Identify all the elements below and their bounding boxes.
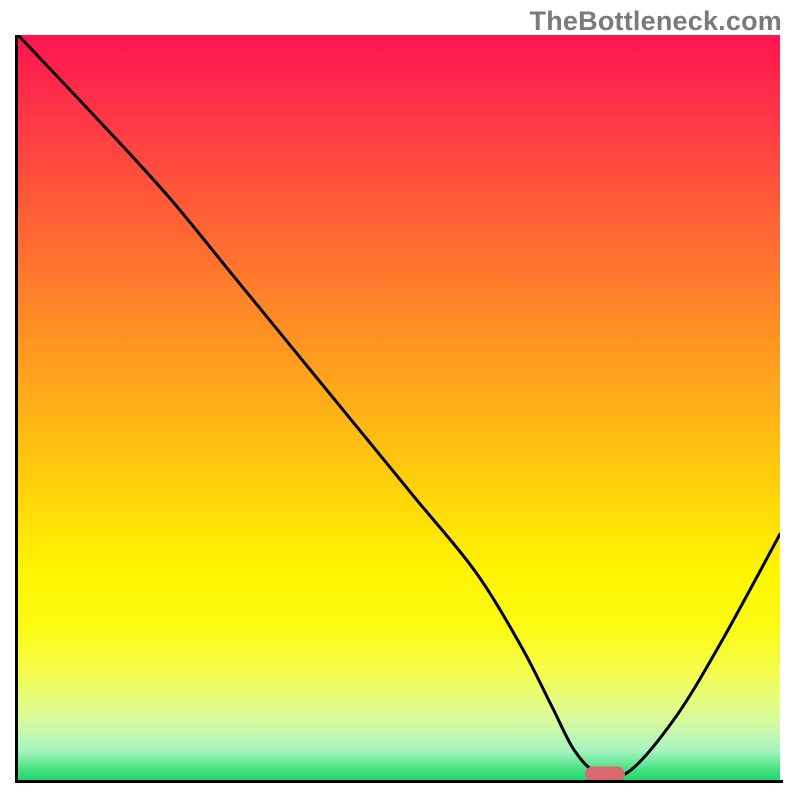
plot-gradient-background	[18, 35, 780, 780]
watermark-text: TheBottleneck.com	[530, 6, 782, 37]
chart-container: TheBottleneck.com	[0, 0, 800, 800]
axis-bottom	[15, 780, 783, 783]
axis-left	[15, 35, 18, 783]
